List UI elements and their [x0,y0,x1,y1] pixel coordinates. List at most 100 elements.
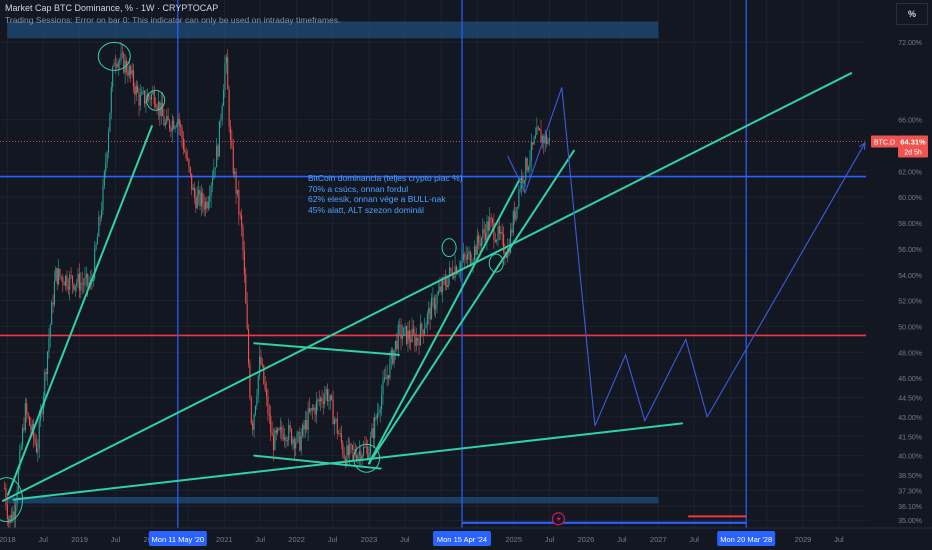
candle-body [321,398,323,402]
candle-body [185,152,187,159]
candle-body [404,326,406,328]
candle-body [397,325,399,350]
candle-body [462,254,464,261]
candle-body [131,70,133,75]
candle-body [241,215,243,228]
candle-body [483,229,485,233]
candle-body [120,53,122,61]
candle-body [478,235,480,243]
candle-body [332,399,334,425]
time-axis[interactable]: 2018Jul2019Jul2020Jul2021Jul2022Jul2023J… [0,527,932,550]
candle-body [74,285,76,290]
candle-body [134,86,136,95]
candle-body [203,203,205,210]
time-tick-label: Jul [111,535,121,544]
candle-body [279,427,281,430]
circle-annotation [441,238,457,258]
chart-canvas[interactable]: 72.00% 66.00% 62.00% 60.00% 58.00% 56.00% 54.0… [0,0,932,550]
candle-body [252,423,254,430]
candle-body [55,268,57,281]
time-tick-label: Jul [545,535,555,544]
candle-body [221,105,223,121]
price-axis[interactable]: 72.00% 66.00% 62.00% 60.00% 58.00% 56.00% 54.0… [866,0,932,528]
candle-body [440,286,442,293]
candle-body [318,399,320,402]
candle-body [109,112,111,132]
candle-body [444,279,446,285]
candle-body [236,189,238,194]
candle-body [528,167,530,171]
candle-body [23,428,25,430]
percent-scale-button[interactable]: % [896,3,928,25]
candle-body [308,408,311,412]
candle-body [246,303,248,329]
candle-body [414,333,416,346]
candle-body [264,383,266,390]
candle-body [38,420,40,449]
candle-body [22,428,24,446]
price-axis-bg [866,0,932,528]
candle-body [519,188,521,190]
candle-body [424,328,426,335]
candle-body [62,277,64,283]
candle-body [514,211,516,220]
candle-body [496,240,498,242]
annotation-line-2: 70% a csúcs, onnan fordul [308,183,409,194]
candle-body [320,398,322,402]
price-tick-label: 50.00% [898,324,922,331]
annotation-line-3: 62% elesik, onnan vége a BULL-nak [308,194,446,204]
candle-body [192,187,194,190]
candle-body [351,445,354,450]
candle-body [181,127,183,139]
candle-body [211,178,214,186]
time-tick-label: Jul [689,535,699,544]
candle-body [103,171,105,186]
candle-body [231,140,233,147]
price-tick-label: 38.50% [898,473,922,480]
candle-body [250,397,252,424]
price-tick-label: 35.00% [898,518,922,525]
candle-body [297,432,299,433]
candle-body [234,171,236,174]
candle-body [468,251,470,254]
candle-body [392,349,394,364]
time-tick-label: Jul [38,535,48,544]
candle-body [182,138,184,150]
candle-body [534,135,537,139]
price-tick-label: 41.50% [898,434,922,441]
time-tick-label: 2018 [0,535,16,544]
candle-body [34,437,36,444]
candle-body [242,227,244,251]
candle-body [114,63,117,64]
candle-body [335,418,337,420]
candle-body [446,284,448,288]
candle-body [28,416,31,426]
candle-body [412,328,415,334]
candle-body [45,372,47,375]
candle-body [5,488,7,505]
candle-body [494,239,496,242]
candle-body [393,349,395,364]
candle-body [300,435,302,451]
candle-body [59,269,61,277]
candle-body [372,428,374,439]
candle-body [437,291,439,295]
candle-body [331,395,333,400]
candle-body [401,335,403,339]
candle-body [77,273,79,284]
price-tick-label: 40.00% [898,454,922,461]
price-tick-label: 52.00% [898,299,922,306]
candle-body [200,192,202,207]
candle-body [282,433,284,440]
candle-body [171,120,173,132]
candle-body [209,196,211,202]
candle-body [135,85,137,95]
price-tick-label: 37.30% [898,489,922,496]
candle-body [292,439,294,444]
candle-body [306,420,308,430]
candle-body [119,60,121,63]
candle-body [144,90,146,104]
date-marker-label: Mon 20 Mar '28 [720,535,772,544]
candle-body [417,338,419,341]
candle-body [289,425,291,430]
